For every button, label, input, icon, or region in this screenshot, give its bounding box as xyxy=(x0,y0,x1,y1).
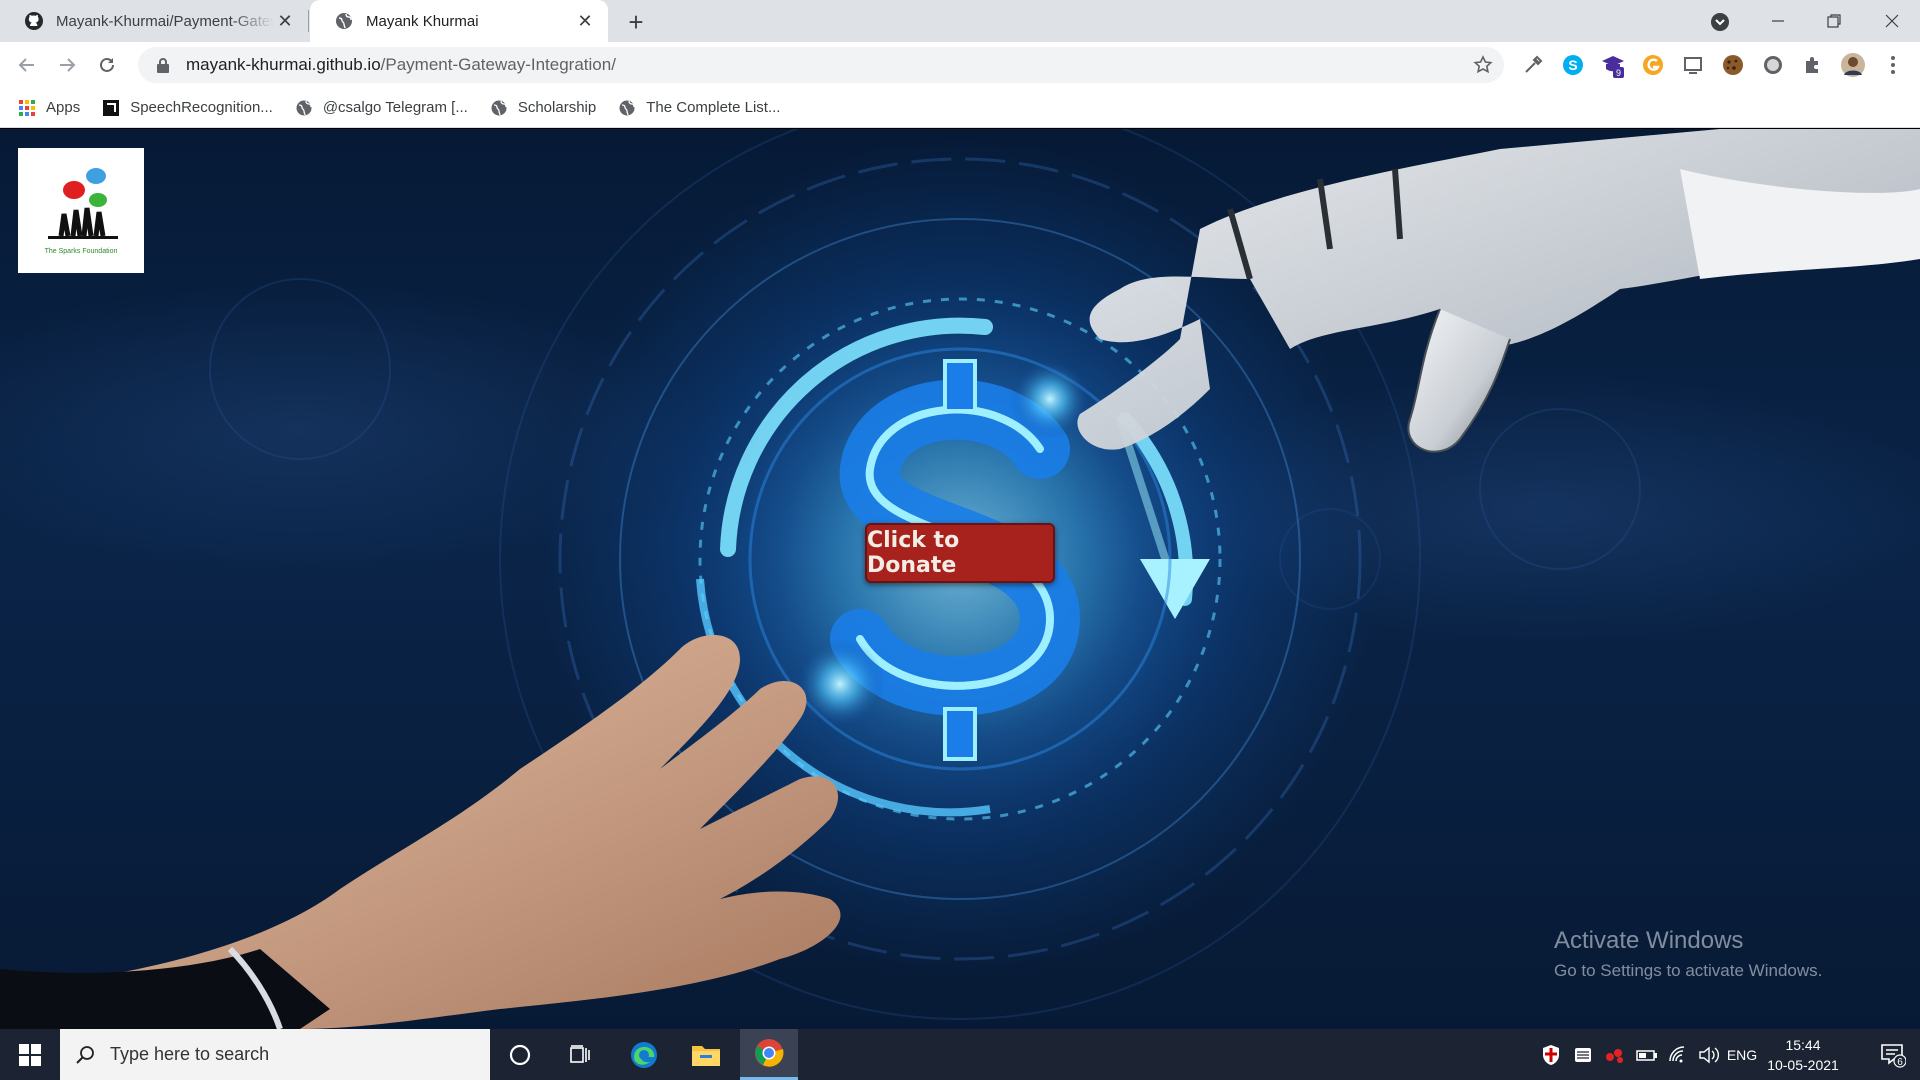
bookmark-apps[interactable]: Apps xyxy=(18,99,80,117)
new-tab-button[interactable]: + xyxy=(620,7,652,37)
chevron-down-circle-icon xyxy=(1711,13,1729,31)
address-bar[interactable]: mayank-khurmai.github.io/Payment-Gateway… xyxy=(138,47,1504,83)
security-shield-icon[interactable] xyxy=(1536,1029,1566,1080)
watermark-title: Activate Windows xyxy=(1554,927,1744,954)
language-indicator[interactable]: ENG xyxy=(1724,1029,1760,1080)
tab-search-button[interactable] xyxy=(1708,10,1732,34)
url-text: mayank-khurmai.github.io/Payment-Gateway… xyxy=(186,55,616,75)
windows-taskbar: Type here to search ENG 15:44 10-05-2021… xyxy=(0,1029,1920,1080)
close-tab-icon[interactable]: ✕ xyxy=(274,10,296,32)
clock-time: 15:44 xyxy=(1785,1037,1821,1053)
skype-extension-icon[interactable]: S xyxy=(1560,52,1586,78)
reload-button[interactable] xyxy=(90,48,124,82)
bookmark-complete-list[interactable]: The Complete List... xyxy=(618,99,780,117)
svg-text:S: S xyxy=(1568,57,1577,73)
svg-text:9: 9 xyxy=(1616,68,1621,78)
apps-grid-icon xyxy=(18,99,36,117)
graduation-extension-icon[interactable]: 9 xyxy=(1600,52,1626,78)
arrow-left-icon xyxy=(18,58,34,72)
cortana-button[interactable] xyxy=(492,1029,548,1080)
close-icon xyxy=(1885,14,1899,28)
action-center-button[interactable]: 6 xyxy=(1866,1029,1920,1080)
notification-icon: 6 xyxy=(1881,1043,1906,1068)
wifi-icon[interactable] xyxy=(1664,1029,1694,1080)
app-tray-icon[interactable] xyxy=(1568,1029,1598,1080)
globe-icon xyxy=(490,99,508,117)
url-path: /Payment-Gateway-Integration/ xyxy=(380,55,616,74)
bookmark-app-icon xyxy=(102,99,120,117)
arrow-right-icon xyxy=(60,58,76,72)
back-button[interactable] xyxy=(10,48,44,82)
minimize-button[interactable] xyxy=(1750,0,1806,42)
file-explorer-taskbar-icon[interactable] xyxy=(678,1029,734,1080)
globe-icon xyxy=(334,11,354,31)
sparks-foundation-logo: The Sparks Foundation xyxy=(18,148,144,273)
svg-text:6: 6 xyxy=(1897,1057,1903,1068)
kebab-menu-icon[interactable] xyxy=(1880,52,1906,78)
edge-taskbar-icon[interactable] xyxy=(616,1029,672,1080)
watermark-subtitle: Go to Settings to activate Windows. xyxy=(1554,961,1823,980)
minimize-icon xyxy=(1772,20,1784,22)
github-icon xyxy=(24,11,44,31)
bookmark-label: SpeechRecognition... xyxy=(130,99,273,116)
task-view-button[interactable] xyxy=(552,1029,608,1080)
reload-icon xyxy=(100,57,114,72)
windows-logo-icon xyxy=(19,1043,41,1066)
tab-strip: Mayank-Khurmai/Payment-Gateway-Integrati… xyxy=(0,0,1920,42)
search-icon xyxy=(74,1044,96,1066)
bookmarks-bar: Apps SpeechRecognition... @csalgo Telegr… xyxy=(0,88,1920,128)
page-content: The Sparks Foundation Click to Donate Ac… xyxy=(0,129,1920,1029)
system-clock[interactable]: 15:44 10-05-2021 xyxy=(1760,1035,1846,1075)
bookmark-label: @csalgo Telegram [... xyxy=(322,99,468,116)
battery-icon[interactable] xyxy=(1632,1029,1662,1080)
tab-active[interactable]: Mayank Khurmai ✕ xyxy=(310,0,608,42)
restore-icon xyxy=(1827,14,1841,28)
tab-title: Mayank Khurmai xyxy=(366,12,479,30)
restore-button[interactable] xyxy=(1806,0,1862,42)
grammarly-extension-icon[interactable] xyxy=(1640,52,1666,78)
profile-avatar[interactable] xyxy=(1840,52,1866,78)
globe-icon xyxy=(295,99,313,117)
globe-icon xyxy=(618,99,636,117)
bookmark-speechrecognition[interactable]: SpeechRecognition... xyxy=(102,99,273,117)
task-view-icon xyxy=(570,1044,590,1063)
start-button[interactable] xyxy=(0,1029,60,1080)
lock-icon[interactable] xyxy=(152,54,174,76)
eyedropper-extension-icon[interactable] xyxy=(1520,52,1546,78)
clock-date: 10-05-2021 xyxy=(1767,1057,1839,1073)
tab-github-repo[interactable]: Mayank-Khurmai/Payment-Gateway-Integrati… xyxy=(0,0,308,42)
taskbar-search-box[interactable]: Type here to search xyxy=(60,1029,490,1080)
browser-toolbar: mayank-khurmai.github.io/Payment-Gateway… xyxy=(0,42,1920,88)
network-cluster-icon[interactable] xyxy=(1600,1029,1630,1080)
forward-button[interactable] xyxy=(50,48,84,82)
bookmark-label: The Complete List... xyxy=(646,99,781,116)
activate-windows-watermark: Activate Windows Go to Settings to activ… xyxy=(1554,927,1822,981)
close-window-button[interactable] xyxy=(1864,0,1920,42)
logo-caption: The Sparks Foundation xyxy=(44,248,118,255)
close-tab-icon[interactable]: ✕ xyxy=(574,10,596,32)
bookmark-scholarship[interactable]: Scholarship xyxy=(490,99,596,117)
cortana-icon xyxy=(509,1044,531,1065)
tab-separator xyxy=(308,10,309,32)
bookmark-label: Scholarship xyxy=(517,99,597,116)
dark-mode-extension-icon[interactable] xyxy=(1760,52,1786,78)
extensions-puzzle-icon[interactable] xyxy=(1800,52,1826,78)
url-host: mayank-khurmai.github.io xyxy=(186,55,381,74)
bookmark-label: Apps xyxy=(46,99,81,116)
volume-icon[interactable] xyxy=(1694,1029,1724,1080)
chrome-taskbar-icon[interactable] xyxy=(740,1029,798,1080)
search-placeholder: Type here to search xyxy=(110,1044,270,1064)
cookie-extension-icon[interactable] xyxy=(1720,52,1746,78)
cast-extension-icon[interactable] xyxy=(1680,52,1706,78)
bookmark-star-icon[interactable] xyxy=(1472,54,1494,76)
bookmark-csalgo-telegram[interactable]: @csalgo Telegram [... xyxy=(295,99,468,117)
tab-title: Mayank-Khurmai/Payment-Gateway-Integrati… xyxy=(56,12,274,30)
donate-button[interactable]: Click to Donate xyxy=(865,523,1055,583)
